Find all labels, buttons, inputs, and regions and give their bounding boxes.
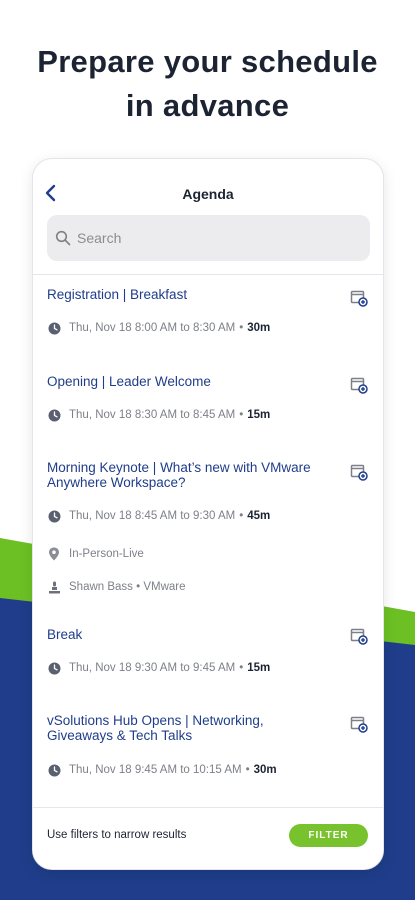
session-duration: 45m	[247, 510, 271, 522]
search-bar[interactable]	[47, 215, 370, 261]
session-title[interactable]: Break	[47, 627, 317, 642]
session-location-row: In-Person-Live	[47, 547, 144, 561]
clock-icon	[47, 408, 61, 422]
session-item[interactable]: vSolutions Hub Opens | Networking, Givea…	[47, 713, 369, 776]
session-title[interactable]: Registration | Breakfast	[47, 287, 317, 302]
promo-headline: Prepare your schedule in advance	[0, 40, 415, 128]
page-title: Agenda	[182, 186, 234, 202]
session-duration: 30m	[247, 322, 271, 334]
session-duration: 15m	[247, 409, 271, 421]
session-time: Thu, Nov 18 9:30 AM to 9:45 AM	[69, 662, 236, 674]
clock-icon	[47, 763, 61, 777]
promo-headline-line2: in advance	[125, 88, 290, 123]
calendar-add-icon	[350, 716, 368, 733]
add-to-calendar-button[interactable]	[349, 626, 369, 646]
session-time: Thu, Nov 18 8:00 AM to 8:30 AM	[69, 322, 236, 334]
add-to-calendar-button[interactable]	[349, 462, 369, 482]
session-speaker[interactable]: Shawn Bass • VMware	[69, 581, 186, 593]
top-bar: Agenda	[33, 159, 383, 215]
session-time-row: Thu, Nov 18 8:45 AM to 9:30 AM • 45m	[47, 509, 270, 523]
search-input[interactable]	[77, 230, 337, 246]
promo-headline-line1: Prepare your schedule	[37, 44, 378, 79]
session-item[interactable]: Break Thu, Nov 18 9:30 AM to 9:45 AM • 1…	[47, 627, 369, 674]
speaker-icon	[47, 580, 61, 594]
session-title[interactable]: Opening | Leader Welcome	[47, 374, 317, 389]
session-time-row: Thu, Nov 18 9:30 AM to 9:45 AM • 15m	[47, 661, 270, 675]
search-icon	[55, 230, 71, 246]
session-time: Thu, Nov 18 8:30 AM to 8:45 AM	[69, 409, 236, 421]
calendar-add-icon	[350, 464, 368, 481]
session-speaker-row: Shawn Bass • VMware	[47, 580, 186, 594]
add-to-calendar-button[interactable]	[349, 714, 369, 734]
location-pin-icon	[47, 547, 61, 561]
add-to-calendar-button[interactable]	[349, 375, 369, 395]
session-title[interactable]: Morning Keynote | What’s new with VMware…	[47, 460, 317, 490]
session-item[interactable]: Opening | Leader Welcome Thu, Nov 18 8:3…	[47, 374, 369, 421]
session-time-row: Thu, Nov 18 8:30 AM to 8:45 AM • 15m	[47, 408, 270, 422]
session-time: Thu, Nov 18 9:45 AM to 10:15 AM	[69, 764, 242, 776]
session-title[interactable]: vSolutions Hub Opens | Networking, Givea…	[47, 713, 317, 743]
clock-icon	[47, 509, 61, 523]
session-time-row: Thu, Nov 18 8:00 AM to 8:30 AM • 30m	[47, 321, 270, 335]
filter-hint: Use filters to narrow results	[47, 829, 187, 841]
session-time-row: Thu, Nov 18 9:45 AM to 10:15 AM • 30m	[47, 763, 277, 777]
clock-icon	[47, 321, 61, 335]
session-item[interactable]: Morning Keynote | What’s new with VMware…	[47, 460, 369, 593]
session-time: Thu, Nov 18 8:45 AM to 9:30 AM	[69, 510, 236, 522]
filter-button[interactable]: FILTER	[289, 824, 368, 847]
clock-icon	[47, 661, 61, 675]
session-duration: 30m	[253, 764, 277, 776]
calendar-add-icon	[350, 628, 368, 645]
session-duration: 15m	[247, 662, 271, 674]
filter-footer: Use filters to narrow results FILTER	[33, 807, 383, 869]
session-item[interactable]: Registration | Breakfast Thu, Nov 18 8:0…	[47, 287, 369, 334]
calendar-add-icon	[350, 377, 368, 394]
session-location: In-Person-Live	[69, 548, 144, 560]
phone-screen: Agenda Registration | Breakfast	[32, 158, 384, 870]
add-to-calendar-button[interactable]	[349, 288, 369, 308]
calendar-add-icon	[350, 290, 368, 307]
divider	[33, 274, 383, 275]
